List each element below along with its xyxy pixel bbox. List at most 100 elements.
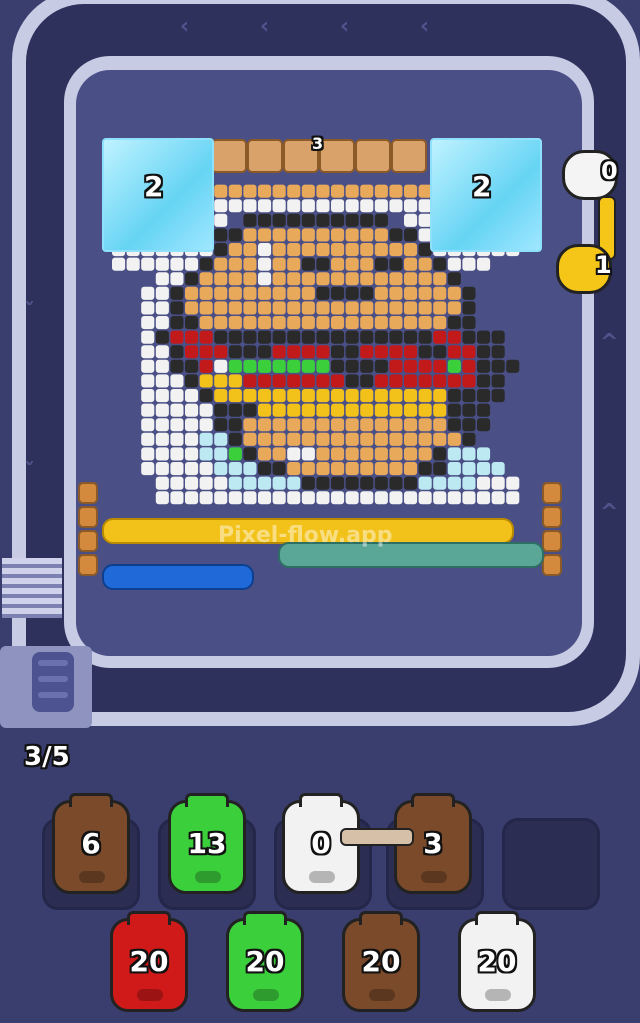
shooter-cap: [78, 554, 98, 576]
pixel-cell: [447, 359, 461, 373]
pixel-cell: [360, 301, 374, 315]
pixel-cell: [141, 345, 155, 359]
pixel-cell: [345, 301, 359, 315]
pixel-cell: [170, 374, 184, 388]
pixel-cell: [199, 359, 213, 373]
hand-yellow[interactable]: 1: [556, 244, 612, 294]
pig-snout: [485, 989, 511, 1001]
pixel-cell: [141, 257, 155, 271]
pig-ears: [359, 911, 403, 925]
pixel-cell: [491, 359, 505, 373]
pixel-cell: [185, 476, 199, 490]
pixel-cell: [258, 199, 272, 213]
pixel-cell: [389, 491, 403, 505]
pixel-cell: [243, 301, 257, 315]
pig-brown[interactable]: 20: [342, 911, 420, 1012]
pig-brown[interactable]: 3: [394, 793, 472, 894]
pixel-cell: [185, 330, 199, 344]
pixel-cell: [155, 447, 169, 461]
pixel-cell: [272, 462, 286, 476]
pixel-cell: [287, 272, 301, 286]
pixel-cell: [301, 447, 315, 461]
pixel-cell: [316, 301, 330, 315]
pixel-cell: [404, 213, 418, 227]
pig-green[interactable]: 13: [168, 793, 246, 894]
tray-line: [38, 676, 68, 682]
pig-white[interactable]: 20: [458, 911, 536, 1012]
pixel-cell: [477, 257, 491, 271]
pixel-cell: [214, 403, 228, 417]
pixel-cell: [316, 432, 330, 446]
pixel-cell: [447, 476, 461, 490]
pixel-cell: [199, 257, 213, 271]
pixel-cell: [287, 476, 301, 490]
pixel-cell: [155, 432, 169, 446]
ice-block-left[interactable]: 2: [102, 138, 214, 252]
pixel-cell: [287, 316, 301, 330]
pixel-cell: [389, 228, 403, 242]
pig-link: [340, 828, 414, 846]
pixel-cell: [477, 345, 491, 359]
pixel-cell: [374, 184, 388, 198]
pixel-cell: [433, 330, 447, 344]
pixel-cell: [389, 447, 403, 461]
pixel-cell: [345, 403, 359, 417]
pixel-cell: [301, 184, 315, 198]
pig-red[interactable]: 20: [110, 911, 188, 1012]
pig-brown[interactable]: 6: [52, 793, 130, 894]
pixel-cell: [243, 476, 257, 490]
pig-snout: [421, 871, 447, 883]
pixel-cell: [404, 345, 418, 359]
pixel-cell: [316, 243, 330, 257]
shooter-bar-blue[interactable]: [102, 564, 254, 590]
pixel-cell: [316, 228, 330, 242]
pixel-cell: [462, 286, 476, 300]
pixel-cell: [345, 213, 359, 227]
pixel-cell: [272, 476, 286, 490]
pixel-cell: [345, 374, 359, 388]
pig-white[interactable]: 0: [282, 793, 360, 894]
pixel-cell: [404, 301, 418, 315]
shooter-cap: [542, 506, 562, 528]
pixel-cell: [374, 213, 388, 227]
pixel-cell: [360, 330, 374, 344]
pixel-cell: [214, 447, 228, 461]
pixel-cell: [214, 330, 228, 344]
pixel-cell: [141, 301, 155, 315]
pixel-cell: [243, 447, 257, 461]
pixel-cell: [258, 330, 272, 344]
pixel-cell: [228, 403, 242, 417]
pixel-cell: [404, 491, 418, 505]
pixel-cell: [272, 257, 286, 271]
pixel-cell: [404, 447, 418, 461]
pixel-cell: [389, 374, 403, 388]
ice-block-right[interactable]: 2: [430, 138, 542, 252]
pixel-cell: [272, 228, 286, 242]
ice-count-right: 2: [472, 170, 492, 203]
tray-line: [38, 692, 68, 698]
pixel-cell: [243, 316, 257, 330]
top-row-count: 3: [312, 134, 324, 153]
pixel-cell: [404, 199, 418, 213]
pixel-cell: [433, 389, 447, 403]
pixel-cell: [287, 228, 301, 242]
pixel-cell: [447, 345, 461, 359]
pixel-cell: [316, 257, 330, 271]
pixel-cell: [462, 403, 476, 417]
pixel-cell: [243, 330, 257, 344]
pig-green[interactable]: 20: [226, 911, 304, 1012]
pixel-cell: [301, 374, 315, 388]
pixel-cell: [228, 476, 242, 490]
pixel-cell: [243, 345, 257, 359]
pixel-cell: [228, 272, 242, 286]
pixel-cell: [491, 389, 505, 403]
shooter-cap: [78, 482, 98, 504]
shooter-cap: [542, 554, 562, 576]
pixel-cell: [360, 257, 374, 271]
pixel-cell: [374, 491, 388, 505]
pig-slot-empty[interactable]: [502, 818, 600, 910]
pixel-cell: [433, 491, 447, 505]
pixel-cell: [331, 476, 345, 490]
belt-stripes: [2, 558, 62, 618]
hand-white[interactable]: 0: [562, 150, 618, 200]
